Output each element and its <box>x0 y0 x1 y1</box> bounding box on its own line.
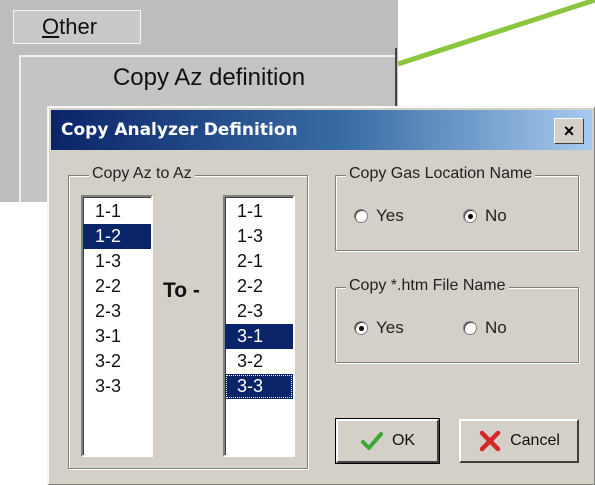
htm-no-radio-icon <box>463 321 477 335</box>
list-item[interactable]: 3-3 <box>225 374 293 399</box>
copy-gas-location-group: Copy Gas Location Name Yes No <box>335 165 579 251</box>
copy-analyzer-dialog: Copy Analyzer Definition × Copy Az to Az… <box>47 106 595 485</box>
list-item[interactable]: 3-3 <box>83 374 151 399</box>
menu-item-label: Copy Az definition <box>112 64 306 91</box>
list-item[interactable]: 3-2 <box>83 349 151 374</box>
list-item[interactable]: 1-1 <box>225 199 293 224</box>
menu-tab-label-rest: ther <box>59 14 98 39</box>
htm-no-radio[interactable]: No <box>463 318 507 338</box>
list-item[interactable]: 2-1 <box>225 249 293 274</box>
list-item[interactable]: 3-2 <box>225 349 293 374</box>
checkmark-icon <box>360 432 383 450</box>
htm-file-legend: Copy *.htm File Name <box>346 277 509 295</box>
htm-yes-radio-icon <box>354 321 368 335</box>
menu-edge <box>395 48 397 108</box>
cancel-x-icon <box>479 430 501 452</box>
gas-no-radio[interactable]: No <box>463 206 507 226</box>
gas-no-radio-icon <box>463 209 477 223</box>
htm-yes-label: Yes <box>376 318 404 337</box>
list-item[interactable]: 1-2 <box>83 224 151 249</box>
list-item[interactable]: 1-3 <box>83 249 151 274</box>
list-item[interactable]: 3-1 <box>225 324 293 349</box>
list-item[interactable]: 1-3 <box>225 224 293 249</box>
htm-no-label: No <box>485 318 507 337</box>
htm-yes-radio[interactable]: Yes <box>354 318 404 338</box>
gas-yes-radio[interactable]: Yes <box>354 206 404 226</box>
list-item[interactable]: 1-1 <box>83 199 151 224</box>
list-item[interactable]: 3-1 <box>83 324 151 349</box>
list-item[interactable]: 2-2 <box>225 274 293 299</box>
dialog-title: Copy Analyzer Definition <box>61 120 298 140</box>
list-item[interactable]: 2-3 <box>225 299 293 324</box>
copy-az-legend: Copy Az to Az <box>89 165 195 183</box>
gas-yes-label: Yes <box>376 206 404 225</box>
dialog-titlebar[interactable]: Copy Analyzer Definition × <box>51 110 592 150</box>
ok-button[interactable]: OK <box>335 418 440 464</box>
gas-location-legend: Copy Gas Location Name <box>346 165 536 183</box>
menu-tab-other[interactable]: Other <box>13 10 141 44</box>
menu-tab-mnemonic: O <box>42 14 60 39</box>
cancel-button[interactable]: Cancel <box>459 419 579 463</box>
menu-item-copy-az-definition[interactable]: Copy Az definition <box>19 55 397 99</box>
cancel-label: Cancel <box>510 432 560 449</box>
gas-no-label: No <box>485 206 507 225</box>
source-az-list[interactable]: 1-1 1-2 1-3 2-2 2-3 3-1 3-2 3-3 <box>81 195 153 457</box>
target-az-list[interactable]: 1-1 1-3 2-1 2-2 2-3 3-1 3-2 3-3 <box>223 195 295 457</box>
copy-htm-file-group: Copy *.htm File Name Yes No <box>335 277 579 363</box>
close-button[interactable]: × <box>554 118 584 144</box>
list-item[interactable]: 2-3 <box>83 299 151 324</box>
ok-label: OK <box>391 432 416 449</box>
to-label: To - <box>163 279 200 302</box>
close-icon: × <box>563 121 575 141</box>
gas-yes-radio-icon <box>354 209 368 223</box>
menu-tab-label: Other <box>42 14 97 39</box>
list-item[interactable]: 2-2 <box>83 274 151 299</box>
